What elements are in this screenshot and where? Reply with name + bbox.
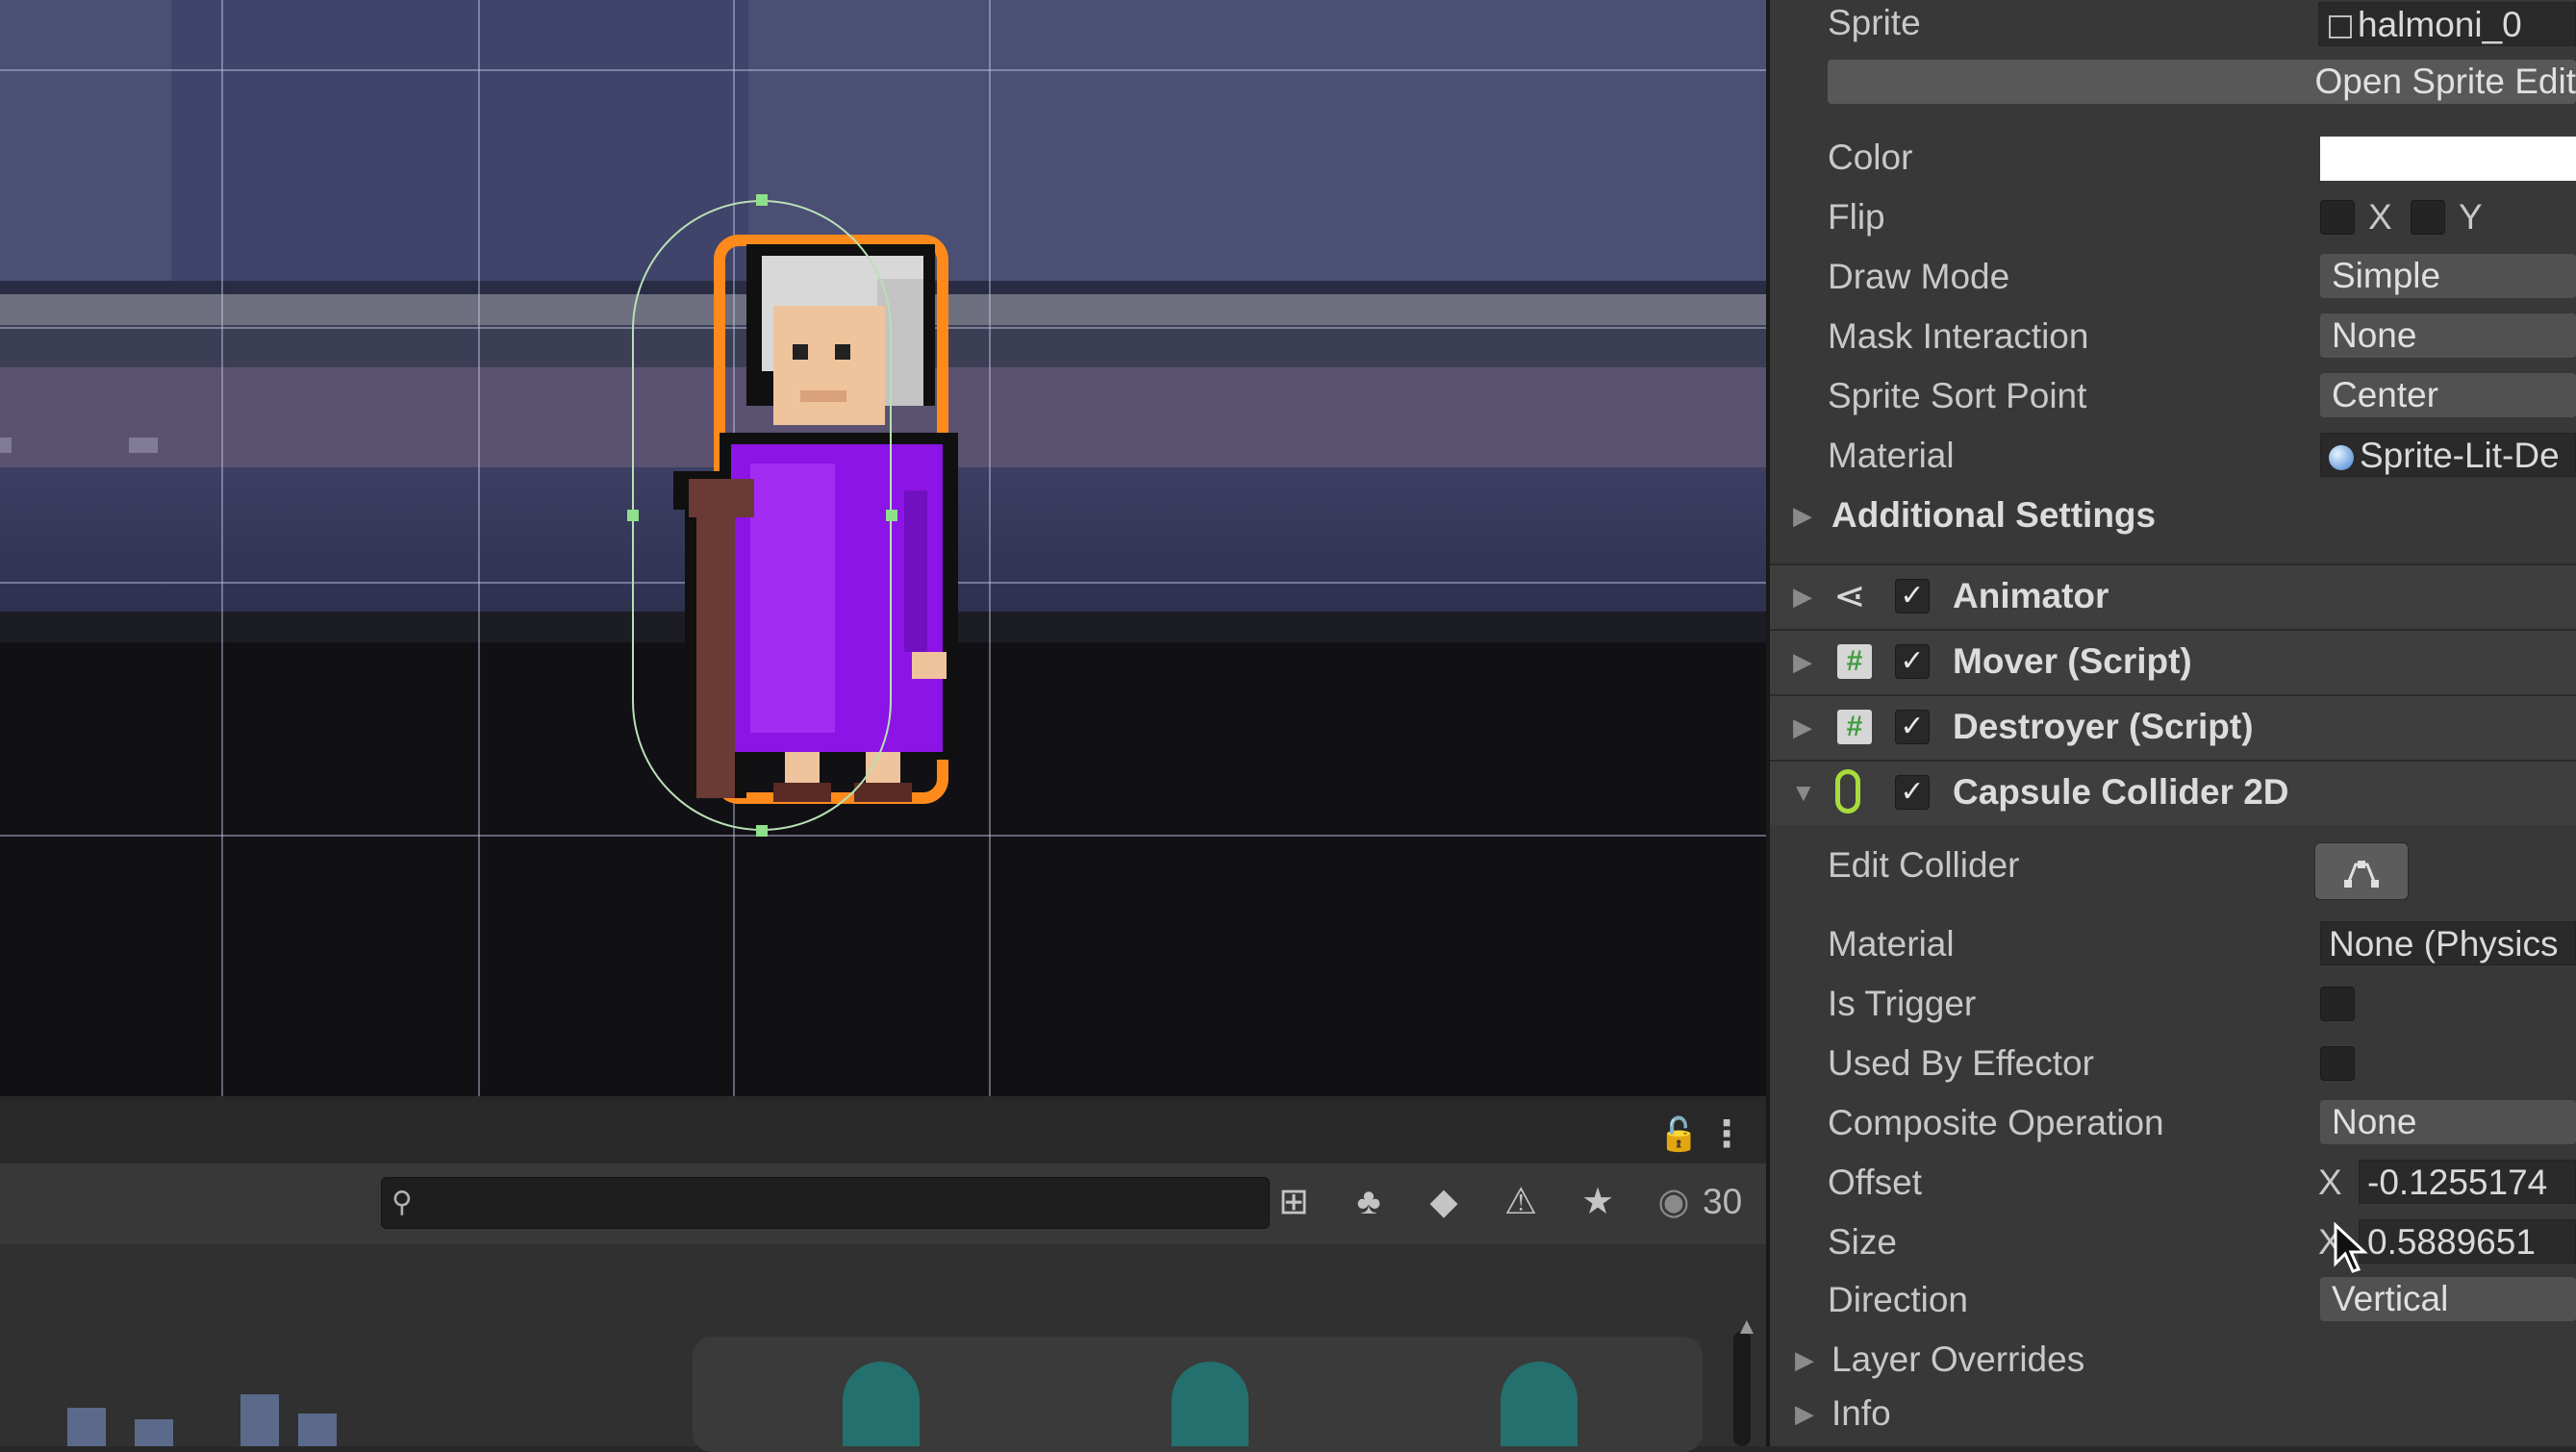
edit-collider-icon (2344, 861, 2379, 888)
lock-icon[interactable]: 🔓 (1658, 1110, 1699, 1160)
offset-x-label[interactable]: X (2318, 1162, 2342, 1204)
favorite-icon[interactable]: ★ (1574, 1177, 1622, 1227)
collider-handle-right[interactable] (886, 510, 897, 521)
sprite-sort-point-dropdown[interactable]: Center (2320, 373, 2576, 417)
used-by-effector-label: Used By Effector (1828, 1043, 2094, 1083)
mover-enabled-checkbox[interactable]: ✓ (1895, 644, 1930, 679)
is-trigger-checkbox[interactable] (2320, 987, 2355, 1021)
open-sprite-editor-button[interactable]: Open Sprite Edit (1828, 60, 2576, 104)
collider-material-field[interactable]: None (Physics (2320, 921, 2576, 965)
sprite-field[interactable]: halmoni_0 (2318, 2, 2576, 46)
flip-x-label: X (2368, 197, 2392, 237)
mover-title: Mover (Script) (1953, 641, 2192, 681)
flip-label: Flip (1828, 197, 1885, 237)
composite-operation-label: Composite Operation (1828, 1103, 2164, 1142)
animator-enabled-checkbox[interactable]: ✓ (1895, 579, 1930, 613)
collider-handle-bottom[interactable] (756, 825, 768, 837)
type-filter-icon[interactable]: ♣ (1345, 1177, 1393, 1227)
foldout-arrow-icon[interactable]: ▶ (1795, 1392, 1814, 1435)
material-label: Material (1828, 436, 1955, 475)
capsule-collider-outline[interactable] (632, 200, 892, 831)
direction-label: Direction (1828, 1280, 1968, 1319)
more-icon[interactable]: ⋮ (1708, 1110, 1745, 1160)
grid-line (221, 0, 223, 1096)
sprite-icon (2329, 15, 2352, 39)
foldout-arrow-icon[interactable]: ▶ (1793, 494, 1812, 537)
label-filter-icon[interactable]: ◆ (1420, 1177, 1468, 1227)
offset-x-field[interactable]: -0.1255174 (2359, 1160, 2576, 1204)
scene-view[interactable] (0, 0, 1766, 1096)
destroyer-title: Destroyer (Script) (1953, 707, 2254, 746)
material-field[interactable]: Sprite-Lit-De (2320, 433, 2576, 477)
material-icon (2329, 445, 2354, 471)
size-x-field[interactable]: 0.5889651 (2359, 1219, 2576, 1264)
warning-icon[interactable]: ⚠ (1497, 1177, 1545, 1227)
sprite-sort-point-label: Sprite Sort Point (1828, 376, 2087, 415)
asset-thumbnail[interactable] (1172, 1362, 1249, 1446)
edit-collider-button[interactable] (2314, 842, 2409, 900)
project-scrollbar[interactable] (1733, 1331, 1751, 1446)
collider-handle-top[interactable] (756, 194, 768, 206)
size-label: Size (1828, 1222, 1897, 1262)
foldout-open-arrow-icon[interactable]: ▼ (1791, 771, 1816, 814)
direction-dropdown[interactable]: Vertical (2320, 1277, 2576, 1321)
script-icon: # (1837, 710, 1872, 744)
capsule-collider-icon (1835, 769, 1860, 814)
grid-line (478, 0, 480, 1096)
animator-icon: ⋖ (1833, 575, 1866, 617)
flip-y-checkbox[interactable] (2411, 200, 2445, 235)
collider-handle-left[interactable] (627, 510, 639, 521)
draw-mode-label: Draw Mode (1828, 257, 2010, 296)
flip-x-checkbox[interactable] (2320, 200, 2355, 235)
foldout-arrow-icon[interactable]: ▶ (1793, 640, 1812, 683)
ground-tile (0, 438, 12, 453)
destroyer-enabled-checkbox[interactable]: ✓ (1895, 710, 1930, 744)
sprite-value: halmoni_0 (2358, 5, 2522, 44)
material-value: Sprite-Lit-De (2360, 436, 2560, 475)
sprite-label: Sprite (1828, 3, 1921, 42)
animator-title: Animator (1953, 576, 2109, 615)
scroll-up-icon[interactable]: ▲ (1735, 1314, 1758, 1340)
script-icon: # (1837, 644, 1872, 679)
info-foldout[interactable]: Info (1831, 1392, 1891, 1435)
eye-icon[interactable]: ◉ (1653, 1177, 1695, 1227)
search-icon: ⚲ (391, 1187, 413, 1218)
foldout-arrow-icon[interactable]: ▶ (1793, 706, 1812, 748)
ground-tile (129, 438, 158, 453)
foldout-arrow-icon[interactable]: ▶ (1795, 1339, 1814, 1381)
mask-interaction-label: Mask Interaction (1828, 316, 2089, 356)
mask-interaction-dropdown[interactable]: None (2320, 313, 2576, 358)
collider-material-label: Material (1828, 924, 1955, 964)
asset-thumbnail[interactable] (1501, 1362, 1578, 1446)
foldout-arrow-icon[interactable]: ▶ (1793, 575, 1812, 617)
layer-overrides-foldout[interactable]: Layer Overrides (1831, 1339, 2084, 1381)
edit-collider-label: Edit Collider (1828, 845, 2020, 885)
offset-label: Offset (1828, 1163, 1923, 1202)
asset-thumbnail[interactable] (843, 1362, 920, 1446)
project-search-input[interactable]: ⚲ (381, 1177, 1270, 1229)
folder-thumbnails[interactable] (58, 1385, 366, 1446)
draw-mode-dropdown[interactable]: Simple (2320, 254, 2576, 298)
scene-search-icon[interactable]: ⊞ (1270, 1177, 1318, 1227)
capsule-title: Capsule Collider 2D (1953, 772, 2289, 812)
mouse-cursor-icon (2334, 1221, 2368, 1273)
animator-header[interactable] (1770, 563, 2576, 629)
is-trigger-label: Is Trigger (1828, 984, 1977, 1023)
flip-y-label: Y (2459, 197, 2483, 237)
capsule-enabled-checkbox[interactable]: ✓ (1895, 775, 1930, 810)
composite-operation-dropdown[interactable]: None (2320, 1100, 2576, 1144)
grid-line (0, 69, 1766, 71)
color-label: Color (1828, 138, 1913, 177)
used-by-effector-checkbox[interactable] (2320, 1046, 2355, 1081)
color-swatch[interactable] (2320, 137, 2576, 181)
additional-settings-foldout[interactable]: Additional Settings (1831, 494, 2156, 537)
visible-count: 30 (1703, 1182, 1743, 1221)
